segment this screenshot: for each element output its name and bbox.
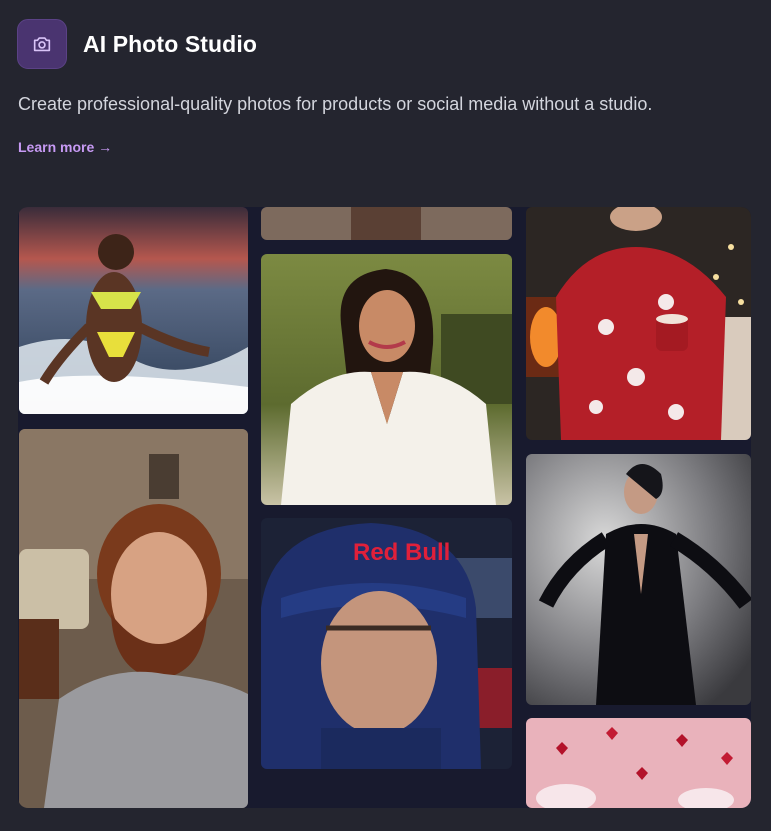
- white-blouse-portrait-photo: [261, 254, 512, 505]
- learn-more-link[interactable]: Learn more →: [18, 139, 112, 155]
- photo-gallery: Red Bull: [18, 207, 751, 808]
- beach-swimsuit-photo: [19, 207, 248, 414]
- page-header: AI Photo Studio: [17, 19, 257, 69]
- bearded-man-selfie-photo: [19, 429, 248, 808]
- helmet-text: Red Bull: [353, 539, 450, 566]
- cropped-top-photo: [261, 207, 512, 240]
- christmas-sweater-photo: [526, 207, 751, 440]
- page-description: Create professional-quality photos for p…: [18, 94, 653, 114]
- page-title: AI Photo Studio: [83, 30, 257, 57]
- valentine-hearts-photo: [526, 718, 751, 808]
- racing-driver-photo: Red Bull: [261, 518, 512, 769]
- black-suit-fashion-photo: [526, 454, 751, 705]
- camera-icon: [17, 19, 67, 69]
